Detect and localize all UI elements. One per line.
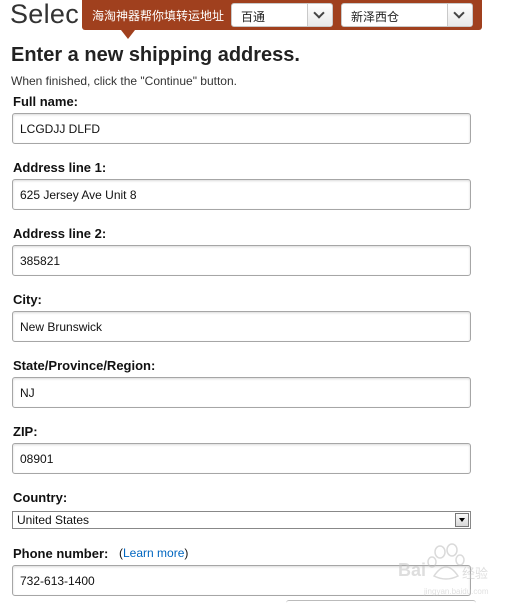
learn-more-wrapper: (Learn more) <box>119 546 189 560</box>
plugin-pointer <box>121 30 135 39</box>
zip-label: ZIP: <box>13 424 38 439</box>
chevron-down-icon[interactable] <box>447 4 472 26</box>
baidu-watermark-logo: Bai 经验 jingyan.baidu.com <box>398 543 489 596</box>
carrier-select[interactable]: 百通 <box>231 3 333 27</box>
continue-button-partial[interactable] <box>286 600 476 604</box>
chevron-down-icon[interactable] <box>307 4 332 26</box>
plugin-label: 海淘神器帮你填转运地址 <box>92 9 225 23</box>
country-select-value: United States <box>17 513 90 527</box>
address-line-2-field[interactable] <box>12 245 471 276</box>
state-label: State/Province/Region: <box>13 358 156 373</box>
state-field[interactable] <box>12 377 471 408</box>
warehouse-select[interactable]: 新泽西仓 <box>341 3 473 27</box>
full-name-field[interactable] <box>12 113 471 144</box>
form-instructions: When finished, click the "Continue" butt… <box>11 74 237 88</box>
city-field[interactable] <box>12 311 471 342</box>
page-title: Selec <box>10 0 80 29</box>
city-label: City: <box>13 292 42 307</box>
address-line-1-label: Address line 1: <box>13 160 107 175</box>
svg-text:经验: 经验 <box>462 566 488 582</box>
country-select[interactable]: United States <box>12 511 471 529</box>
carrier-select-value: 百通 <box>241 10 266 24</box>
zip-field[interactable] <box>12 443 471 474</box>
warehouse-select-value: 新泽西仓 <box>351 10 400 24</box>
learn-more-link[interactable]: Learn more <box>123 546 184 560</box>
phone-label: Phone number: <box>13 546 109 561</box>
svg-text:Bai: Bai <box>398 560 426 580</box>
dropdown-arrow-icon[interactable] <box>455 513 469 527</box>
address-line-1-field[interactable] <box>12 179 471 210</box>
address-line-2-label: Address line 2: <box>13 226 107 241</box>
form-heading: Enter a new shipping address. <box>11 44 300 66</box>
full-name-label: Full name: <box>13 94 79 109</box>
svg-text:jingyan.baidu.com: jingyan.baidu.com <box>423 587 489 596</box>
plugin-toolbar: 海淘神器帮你填转运地址 百通 新泽西仓 司地址 <box>82 0 510 30</box>
plugin-trailing-label: 司地址 <box>482 9 510 22</box>
country-label: Country: <box>13 490 68 505</box>
